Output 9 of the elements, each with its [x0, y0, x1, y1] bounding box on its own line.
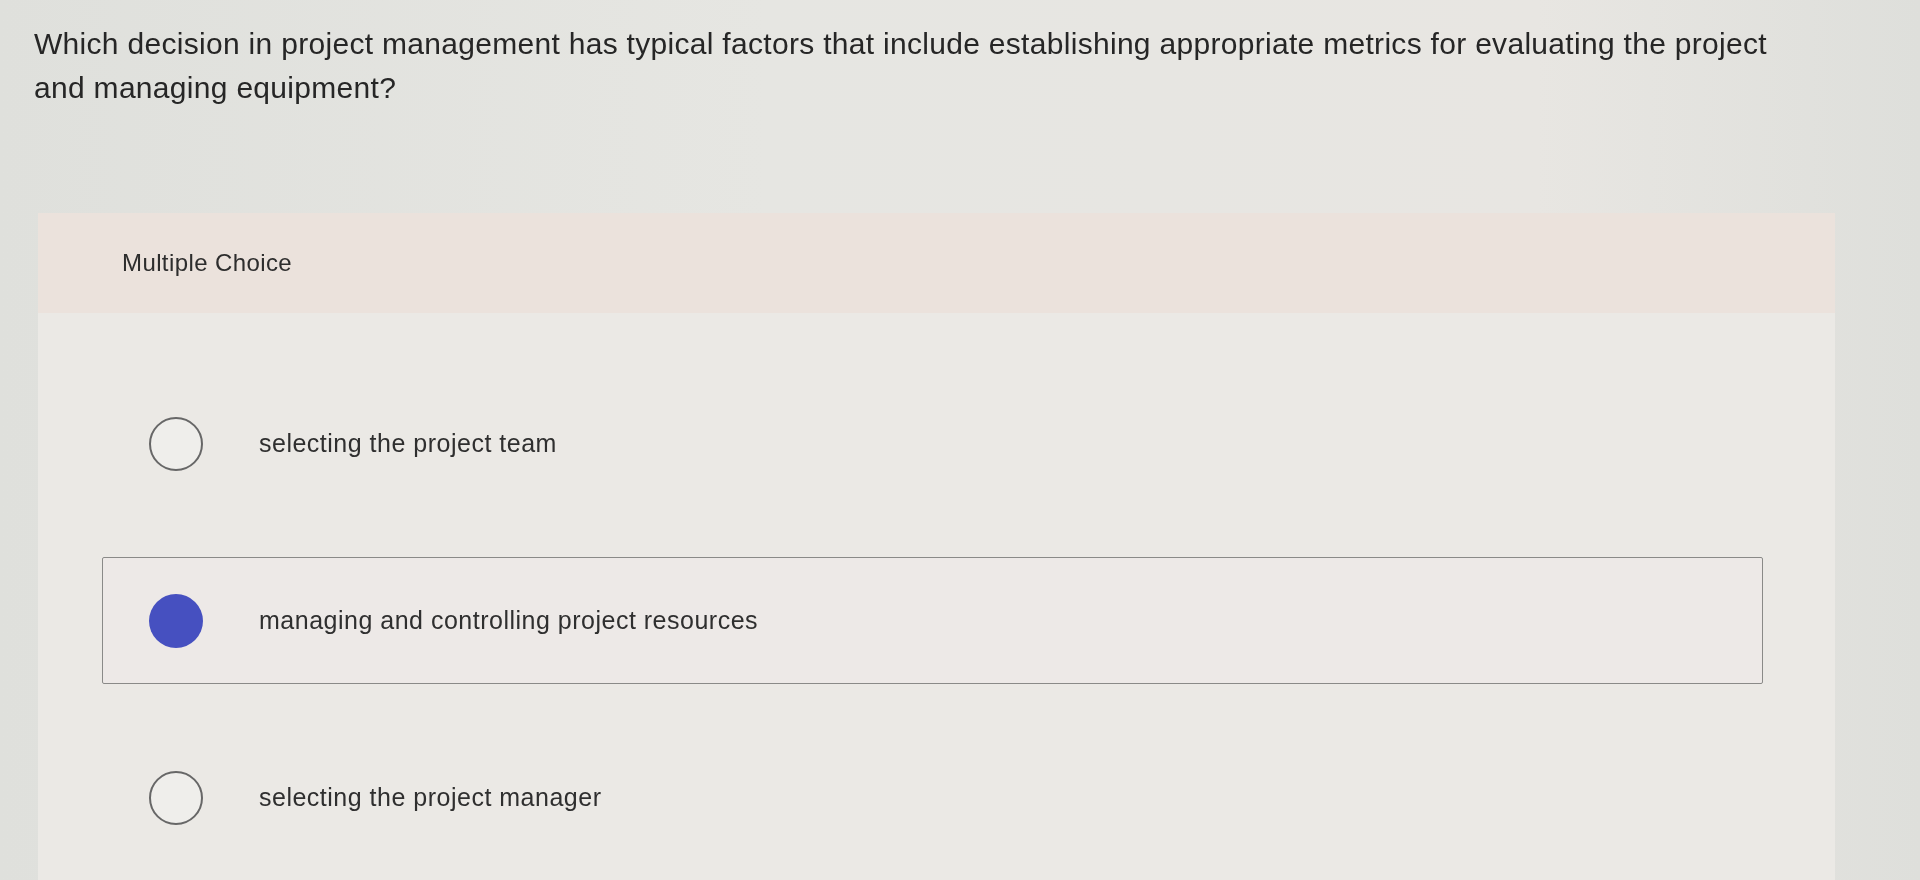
option-label: selecting the project manager [259, 783, 602, 812]
radio-button[interactable] [149, 593, 203, 648]
option-label: managing and controlling project resources [259, 606, 759, 635]
question-text: Which decision in project management has typical factors that include establishing appropriate metrics for evaluating the project and managing equipment? [33, 26, 1768, 106]
radio-button[interactable] [149, 416, 203, 471]
question-type-label: Multiple Choice [122, 249, 293, 277]
selected-option-box[interactable]: managing and controlling project resources [102, 557, 1763, 684]
radio-button[interactable] [149, 770, 203, 825]
option-label: selecting the project team [259, 429, 557, 458]
